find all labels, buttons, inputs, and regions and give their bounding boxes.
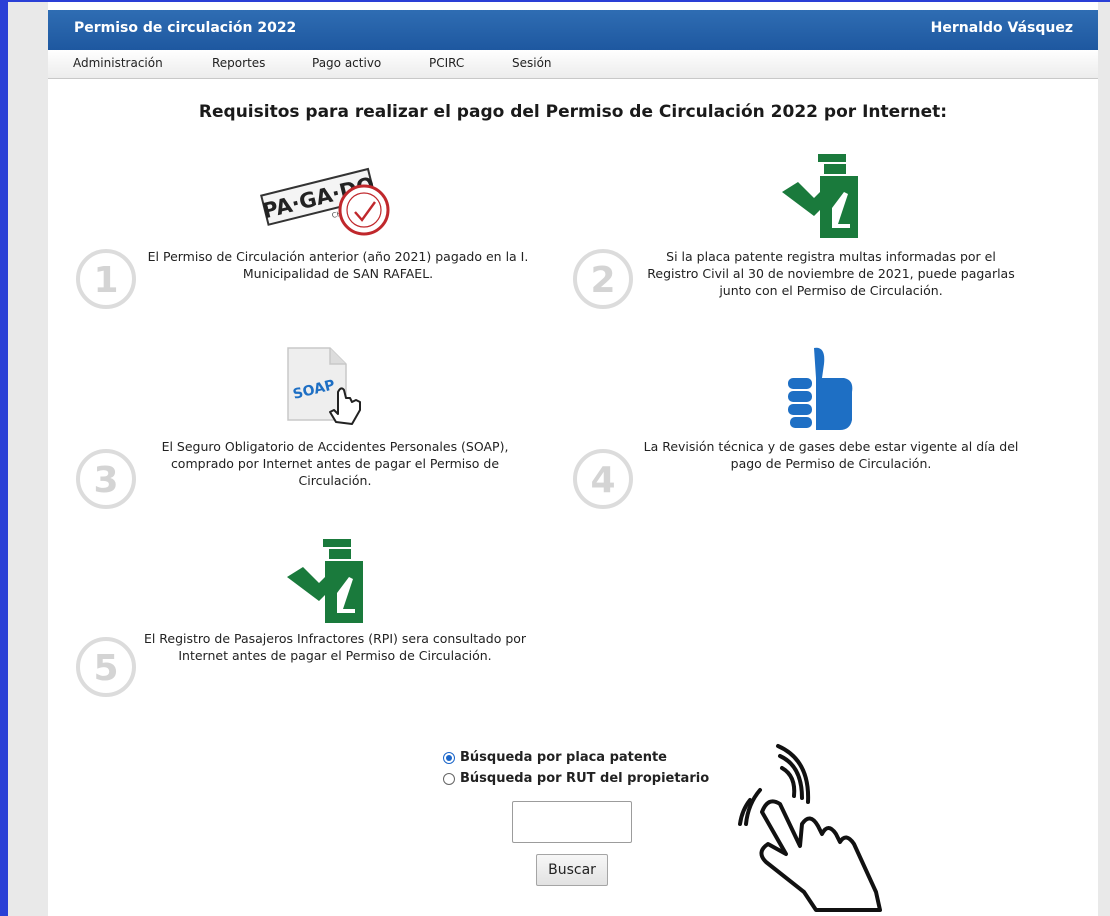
menu-item-administracion[interactable]: Administración <box>73 56 163 70</box>
soap-document-icon: SOAP <box>287 347 361 425</box>
plate-radio[interactable] <box>443 752 455 764</box>
number-5-icon: 5 <box>76 637 136 697</box>
number-3-icon: 3 <box>76 449 136 509</box>
svg-text:2: 2 <box>590 260 615 301</box>
window-frame-left <box>0 0 8 916</box>
menu-item-pago-activo[interactable]: Pago activo <box>312 56 381 70</box>
plate-search-input[interactable] <box>512 801 632 843</box>
requirement-1-text: El Permiso de Circulación anterior (año … <box>147 249 529 281</box>
pagado-stamp-icon: PA·GA·DO CHILE <box>260 167 390 236</box>
rut-radio[interactable] <box>443 773 455 785</box>
menu-item-reportes[interactable]: Reportes <box>212 56 265 70</box>
inspector-icon <box>287 539 363 623</box>
tapping-hand-icon <box>738 744 882 912</box>
user-name[interactable]: Hernaldo Vásquez <box>931 20 1073 36</box>
svg-text:3: 3 <box>93 460 118 501</box>
left-margin <box>8 2 48 916</box>
menu-item-pcirc[interactable]: PCIRC <box>429 56 464 70</box>
rut-radio-label: Búsqueda por RUT del propietario <box>460 771 710 786</box>
requirement-3-text: El Seguro Obligatorio de Accidentes Pers… <box>161 439 509 488</box>
right-margin <box>1098 2 1110 916</box>
page-title: Requisitos para realizar el pago del Per… <box>198 102 948 122</box>
requirement-4-text: La Revisión técnica y de gases debe esta… <box>643 439 1019 471</box>
thumbs-up-icon <box>788 347 853 430</box>
number-4-icon: 4 <box>573 449 633 509</box>
inspector-icon <box>782 154 858 238</box>
page-content: Permiso de circulación 2022 Hernaldo Vás… <box>48 2 1098 916</box>
plate-radio-label: Búsqueda por placa patente <box>460 750 667 765</box>
search-button[interactable]: Buscar <box>536 854 608 886</box>
number-1-icon: 1 <box>76 249 136 309</box>
menu-item-sesion[interactable]: Sesión <box>512 56 552 70</box>
number-2-icon: 2 <box>573 249 633 309</box>
main-menu: Administración Reportes Pago activo PCIR… <box>48 50 1098 79</box>
svg-text:4: 4 <box>590 460 615 501</box>
requirement-2-text: Si la placa patente registra multas info… <box>647 249 1015 298</box>
app-title: Permiso de circulación 2022 <box>74 20 297 36</box>
svg-text:5: 5 <box>93 648 118 689</box>
requirement-5-text: El Registro de Pasajeros Infractores (RP… <box>143 631 527 663</box>
app-header: Permiso de circulación 2022 Hernaldo Vás… <box>48 10 1098 50</box>
svg-text:1: 1 <box>93 260 118 301</box>
